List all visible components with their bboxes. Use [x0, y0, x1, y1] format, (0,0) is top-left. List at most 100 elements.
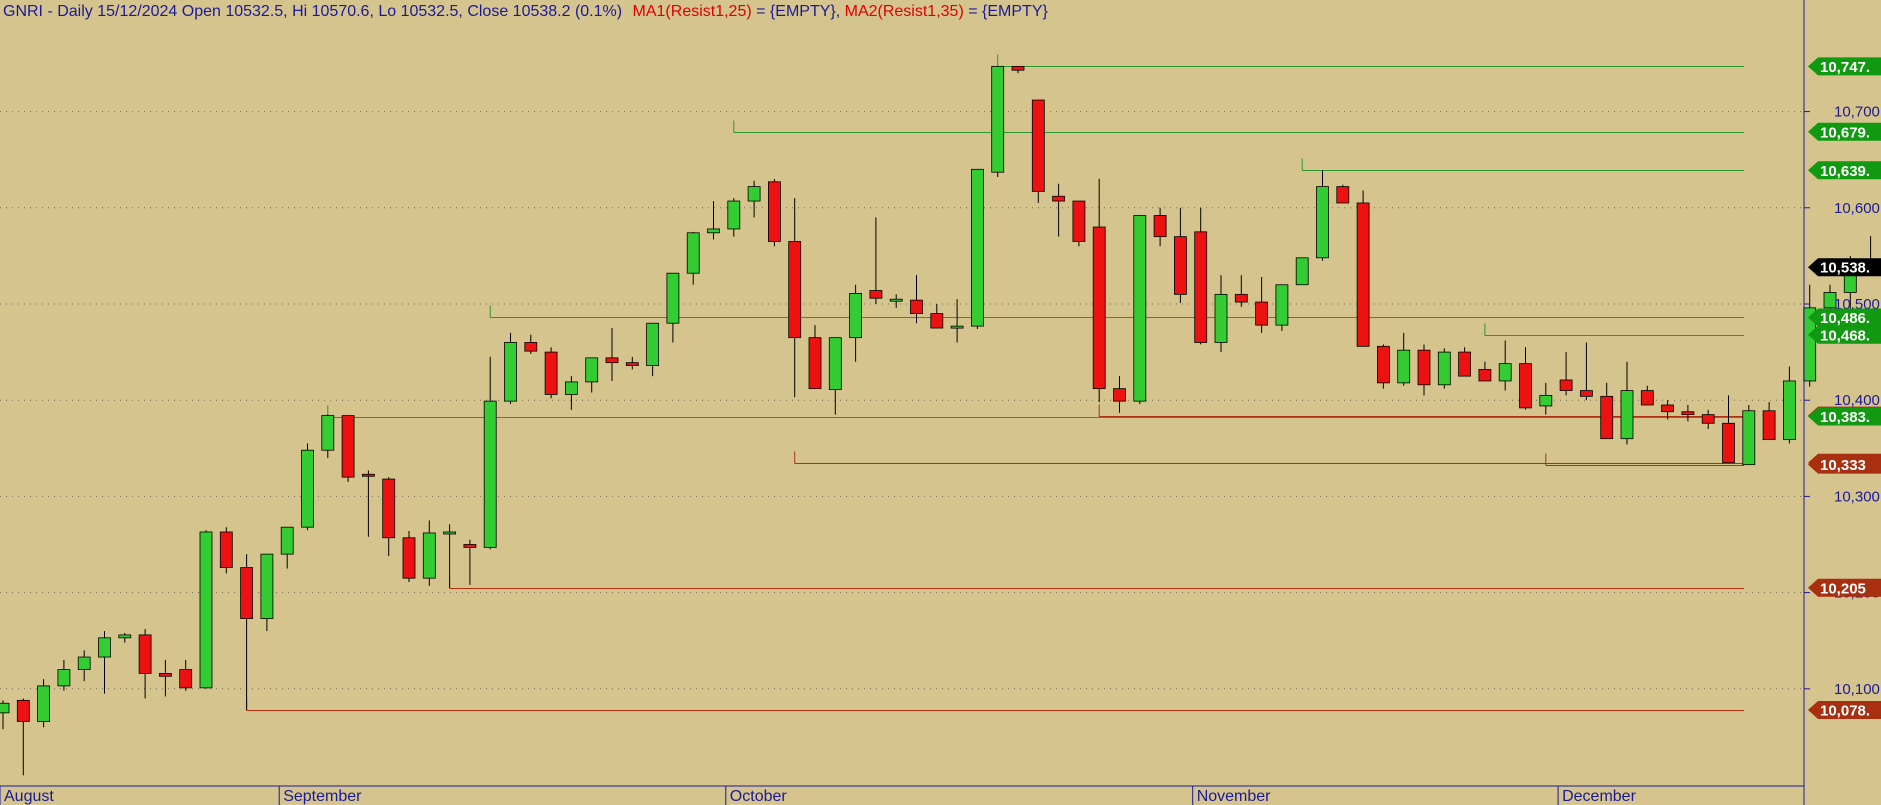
- candle-down: [16, 698, 30, 776]
- price-tag-label: 10,486.: [1820, 310, 1870, 327]
- candle-body: [382, 478, 396, 539]
- candle-body: [768, 181, 781, 242]
- candle-body: [361, 473, 375, 477]
- candle-down: [544, 347, 558, 399]
- month-label: August: [4, 788, 54, 805]
- candle-down: [361, 470, 375, 537]
- candle-body: [240, 567, 254, 619]
- candle-body: [118, 634, 132, 639]
- candle-body: [1458, 351, 1471, 377]
- candle-up: [686, 231, 700, 285]
- candle-up: [889, 294, 903, 308]
- candle-body: [77, 656, 91, 670]
- candle-up: [301, 443, 314, 531]
- candle-up: [1133, 215, 1147, 405]
- candle-up: [707, 201, 720, 240]
- candle-body: [950, 325, 964, 329]
- price-axis: 10,10010,20010,30010,40010,50010,60010,7…: [0, 0, 1880, 805]
- price-tags: 10,747. 10,679. 10,639. 10,538. 10,486.10,46…: [1808, 57, 1881, 719]
- ma2-label: MA2(Resist1,35): [845, 3, 964, 20]
- candle-body: [57, 669, 71, 687]
- price-tag-label: 10,468.: [1820, 327, 1870, 344]
- candle-body: [37, 685, 50, 722]
- candle-down: [768, 178, 781, 247]
- candle-down: [1234, 275, 1248, 307]
- candle-body: [1762, 410, 1776, 441]
- candle-down: [930, 303, 944, 329]
- price-tag: 10,078.: [1808, 700, 1881, 719]
- candle-up: [950, 299, 964, 343]
- price-tag-label: 10,747.: [1820, 59, 1870, 76]
- month-label: September: [283, 788, 362, 805]
- candle-up: [0, 700, 10, 730]
- ma1-value: = {EMPTY},: [756, 3, 844, 20]
- candle-up: [504, 332, 517, 405]
- candle-body: [910, 299, 923, 315]
- candle-body: [707, 228, 720, 234]
- candle-down: [1194, 207, 1208, 345]
- candle-body: [1295, 257, 1309, 286]
- candle-body: [1011, 65, 1025, 71]
- candle-body: [341, 415, 355, 478]
- candle-down: [1336, 184, 1350, 204]
- candle-body: [625, 362, 639, 366]
- candle-up: [77, 650, 91, 682]
- candle-up: [118, 633, 132, 643]
- price-tag: 10,468.: [1808, 325, 1881, 344]
- candle-down: [1580, 342, 1593, 401]
- candle-up: [1783, 366, 1796, 444]
- candle-down: [625, 356, 639, 370]
- candle-body: [889, 298, 903, 302]
- candle-down: [1113, 376, 1126, 413]
- candle-body: [1377, 345, 1390, 384]
- candle-body: [98, 637, 111, 658]
- candle-body: [646, 322, 659, 366]
- candle-up: [1316, 170, 1329, 261]
- y-tick-label: 10,600: [1834, 200, 1880, 217]
- candle-body: [1031, 99, 1045, 192]
- candle-body: [544, 351, 558, 395]
- candle-down: [138, 629, 152, 699]
- candle-up: [199, 530, 213, 689]
- candle-down: [1255, 277, 1268, 333]
- candlestick-chart[interactable]: 10,10010,20010,30010,40010,50010,60010,7…: [0, 0, 1881, 805]
- y-tick-label: 10,100: [1834, 681, 1880, 698]
- candle-body: [1356, 202, 1370, 347]
- candle-body: [930, 313, 944, 329]
- candle-body: [585, 357, 599, 383]
- candle-body: [1174, 236, 1187, 295]
- candle-body: [788, 241, 802, 339]
- candle-down: [341, 415, 355, 482]
- price-tag-label: 10,333: [1820, 457, 1866, 474]
- candle-down: [1417, 344, 1431, 396]
- candle-body: [1072, 200, 1086, 242]
- candle-body: [504, 342, 517, 402]
- candle-up: [971, 168, 984, 329]
- price-tag-label: 10,639.: [1820, 163, 1870, 180]
- candle-up: [422, 520, 436, 586]
- candle-body: [808, 337, 822, 390]
- candle-body: [686, 232, 700, 274]
- candle-body: [1600, 395, 1614, 440]
- y-tick-label: 10,300: [1834, 488, 1880, 505]
- candle-up: [1539, 382, 1553, 415]
- candle-down: [1458, 347, 1471, 377]
- candle-body: [1539, 394, 1553, 407]
- candle-body: [1640, 390, 1654, 406]
- month-label: November: [1197, 788, 1271, 805]
- candle-up: [1620, 361, 1634, 445]
- candle-up: [1295, 257, 1309, 286]
- candle-up: [565, 376, 578, 410]
- candle-body: [443, 531, 457, 535]
- candle-down: [158, 659, 172, 697]
- candle-body: [422, 532, 436, 579]
- candle-body: [260, 553, 274, 619]
- candle-body: [971, 168, 984, 327]
- candle-up: [443, 524, 457, 588]
- candle-down: [463, 539, 477, 585]
- candle-body: [1052, 195, 1065, 202]
- candle-up: [666, 272, 680, 343]
- candle-down: [869, 217, 883, 304]
- price-tag: 10,639.: [1808, 161, 1881, 180]
- candle-body: [1275, 284, 1289, 326]
